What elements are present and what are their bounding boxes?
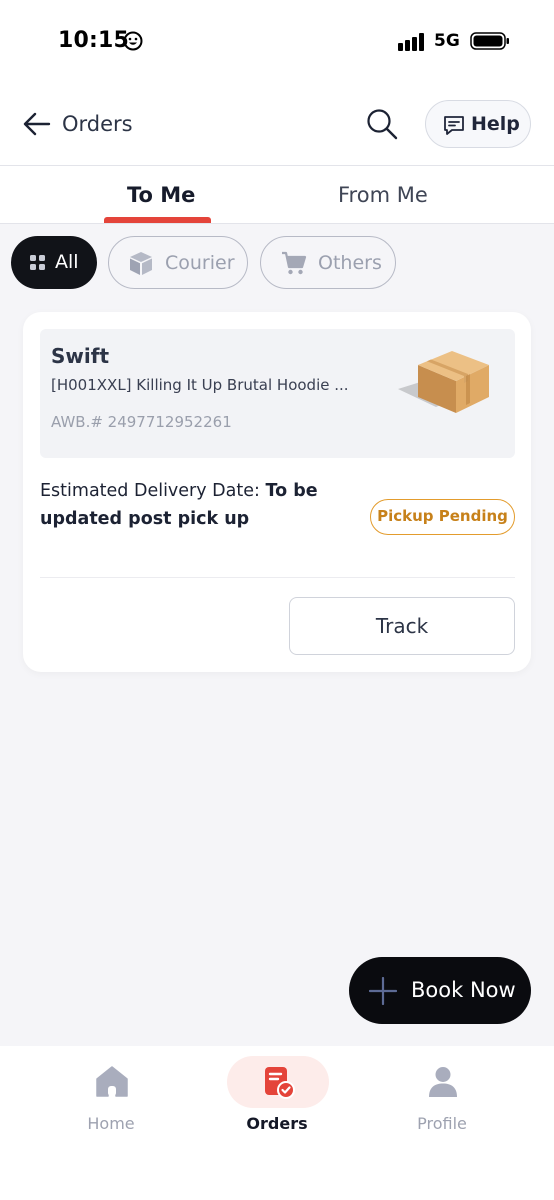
- cart-icon: [282, 251, 307, 275]
- profile-icon: [429, 1067, 457, 1097]
- tab-from-me[interactable]: From Me: [338, 183, 428, 207]
- help-button[interactable]: Help: [425, 100, 531, 148]
- filter-label-all: All: [55, 251, 79, 273]
- order-direction-tabs: To Me From Me: [0, 166, 554, 224]
- chat-icon: [444, 116, 464, 135]
- tab-to-me[interactable]: To Me: [127, 183, 195, 207]
- page-title: Orders: [62, 112, 133, 136]
- app-header: Orders Help: [0, 84, 554, 166]
- network-type: 5G: [434, 31, 460, 51]
- status-bar: 10:15 5G: [0, 0, 554, 84]
- eta-label: Estimated Delivery Date:: [40, 481, 266, 501]
- book-now-button[interactable]: Book Now: [349, 957, 531, 1024]
- search-icon[interactable]: [364, 106, 400, 142]
- nav-item-orders[interactable]: Orders: [212, 1046, 342, 1146]
- signal-icon: [398, 33, 424, 51]
- orders-icon: [265, 1067, 295, 1099]
- box-icon: [130, 252, 152, 275]
- nav-label-orders: Orders: [246, 1114, 308, 1133]
- nav-item-profile[interactable]: Profile: [377, 1046, 507, 1146]
- shipment-summary: Swift [H001XXL] Killing It Up Brutal Hoo…: [40, 329, 515, 458]
- filter-chip-all[interactable]: All: [11, 236, 97, 289]
- track-button[interactable]: Track: [289, 597, 515, 655]
- filter-chip-courier[interactable]: Courier: [108, 236, 248, 289]
- plus-icon: [369, 977, 397, 1005]
- status-badge: Pickup Pending: [370, 499, 515, 535]
- nav-label-profile: Profile: [417, 1114, 467, 1133]
- grid-icon: [30, 255, 45, 270]
- filter-label-others: Others: [318, 252, 382, 274]
- battery-icon: [470, 32, 509, 50]
- filter-label-courier: Courier: [165, 252, 235, 274]
- order-card[interactable]: Swift [H001XXL] Killing It Up Brutal Hoo…: [23, 312, 531, 672]
- nav-item-home[interactable]: Home: [46, 1046, 176, 1146]
- book-now-label: Book Now: [411, 978, 516, 1002]
- status-time: 10:15: [58, 28, 130, 53]
- product-name: [H001XXL] Killing It Up Brutal Hoodie ..…: [51, 376, 349, 394]
- filter-chip-others[interactable]: Others: [260, 236, 396, 289]
- active-tab-indicator: [104, 217, 211, 223]
- bottom-nav: Home Orders Profile: [0, 1046, 554, 1200]
- nav-label-home: Home: [87, 1114, 135, 1133]
- back-arrow-icon[interactable]: [22, 110, 52, 138]
- carrier-name: Swift: [51, 344, 109, 368]
- awb-number: AWB.# 2497712952261: [51, 413, 232, 431]
- parcel-box-icon: [398, 351, 489, 413]
- help-label: Help: [471, 113, 520, 135]
- smiley-icon: [123, 31, 143, 51]
- card-divider: [40, 577, 515, 578]
- home-icon: [96, 1066, 128, 1097]
- estimated-delivery: Estimated Delivery Date: To be updated p…: [40, 477, 340, 533]
